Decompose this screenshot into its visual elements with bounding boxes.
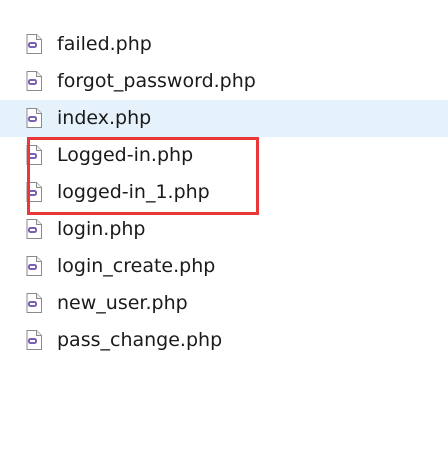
file-row-logged-in-1-php[interactable]: logged-in_1.php (0, 174, 448, 211)
php-file-icon (26, 293, 42, 313)
file-row-login-php[interactable]: login.php (0, 211, 448, 248)
file-row-new-user-php[interactable]: new_user.php (0, 285, 448, 322)
file-name: login_create.php (57, 255, 216, 277)
php-file-icon (26, 34, 42, 54)
php-file-icon (26, 108, 42, 128)
file-name: Logged-in.php (57, 144, 194, 166)
php-file-icon (26, 145, 42, 165)
file-name: forgot_password.php (57, 70, 256, 92)
file-row-logged-in-php[interactable]: Logged-in.php (0, 137, 448, 174)
file-row-login-create-php[interactable]: login_create.php (0, 248, 448, 285)
file-row-pass-change-php[interactable]: pass_change.php (0, 322, 448, 359)
file-name: index.php (57, 107, 152, 129)
file-name: pass_change.php (57, 329, 223, 351)
file-name: login.php (57, 218, 146, 240)
file-name: failed.php (57, 33, 152, 55)
php-file-icon (26, 71, 42, 91)
file-name: logged-in_1.php (57, 181, 210, 203)
php-file-icon (26, 182, 42, 202)
php-file-icon (26, 330, 42, 350)
file-list: failed.php forgot_password.php index.php… (0, 26, 448, 359)
php-file-icon (26, 256, 42, 276)
php-file-icon (26, 219, 42, 239)
file-name: new_user.php (57, 292, 188, 314)
file-row-index-php[interactable]: index.php (0, 100, 448, 137)
file-row-forgot-password-php[interactable]: forgot_password.php (0, 63, 448, 100)
file-row-failed-php[interactable]: failed.php (0, 26, 448, 63)
